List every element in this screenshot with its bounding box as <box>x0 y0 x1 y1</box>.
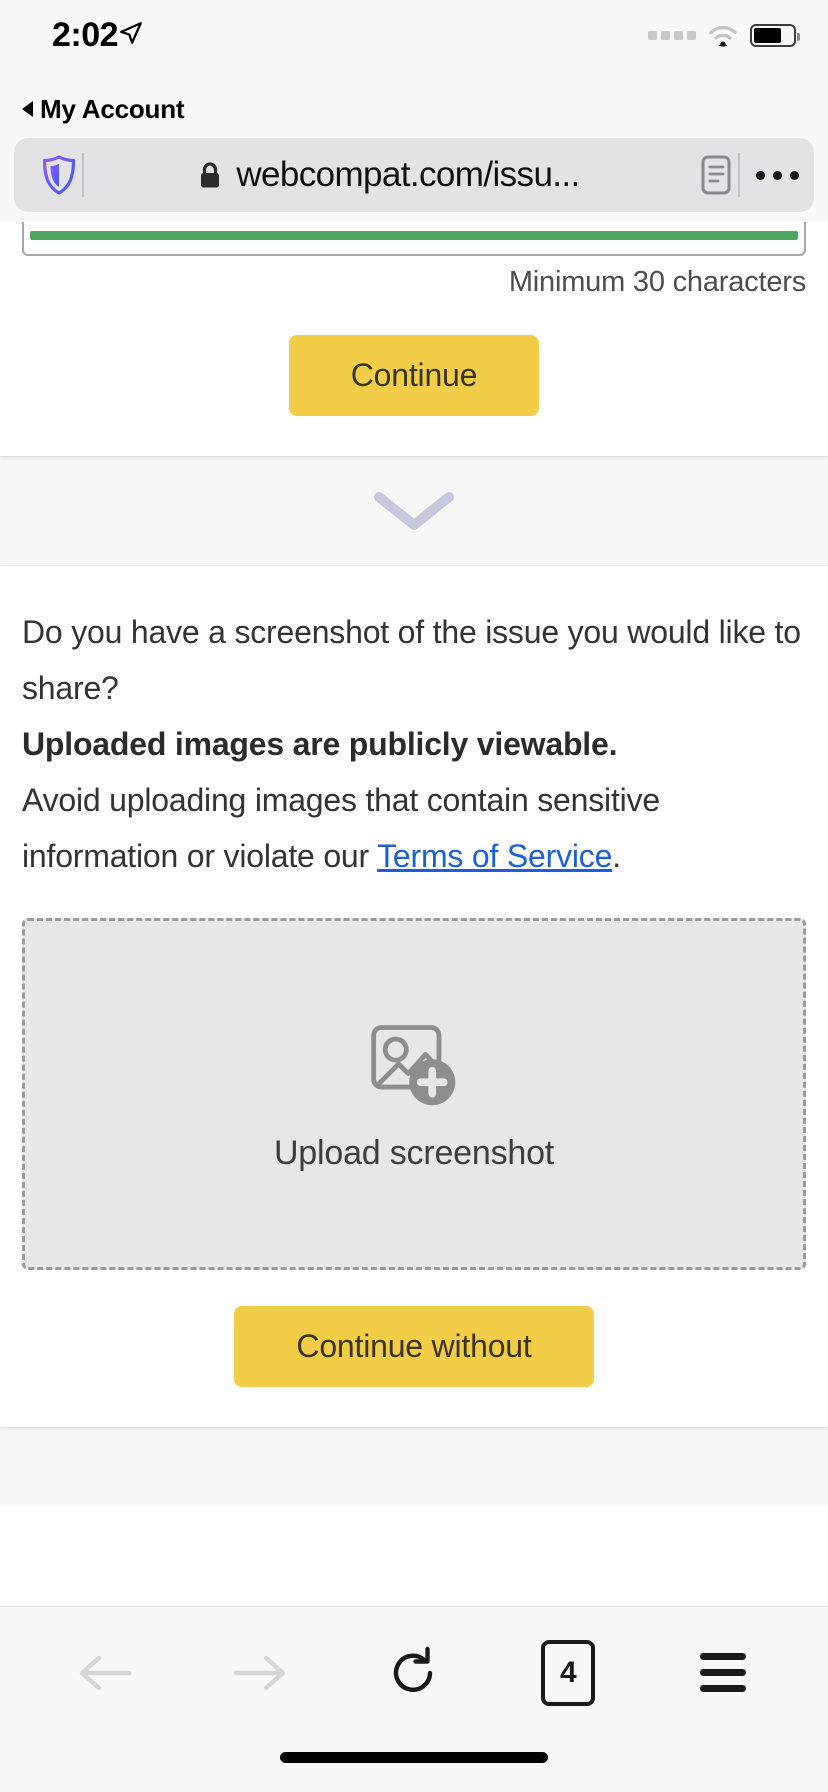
reload-icon[interactable] <box>374 1633 454 1713</box>
description-textarea[interactable] <box>22 222 806 256</box>
continue-button-row: Continue <box>0 299 828 456</box>
tab-count-value: 4 <box>541 1639 596 1706</box>
min-characters-hint: Minimum 30 characters <box>508 266 806 298</box>
cellular-signal-icon <box>648 31 696 40</box>
screenshot-question-text: Do you have a screenshot of the issue yo… <box>22 614 619 650</box>
browser-url-bar-container: webcompat.com/issu... <box>0 130 828 222</box>
status-bar-indicators <box>648 24 800 47</box>
back-to-app-breadcrumb[interactable]: My Account <box>0 88 828 130</box>
description-step-card: Minimum 30 characters Continue <box>0 222 828 456</box>
public-viewable-warning: Uploaded images are publicly viewable. <box>22 726 618 762</box>
url-display-area[interactable]: webcompat.com/issu... <box>84 155 694 195</box>
screenshot-step-card: Do you have a screenshot of the issue yo… <box>0 566 828 1427</box>
page-footer-spacer <box>0 1427 828 1505</box>
upload-screenshot-dropzone[interactable]: Upload screenshot <box>22 918 806 1270</box>
ios-status-bar: 2:02 <box>0 0 828 88</box>
battery-icon <box>750 24 800 47</box>
shield-icon[interactable] <box>36 154 82 196</box>
chevron-down-icon <box>374 492 454 530</box>
lock-icon <box>201 162 220 188</box>
forward-arrow-icon[interactable] <box>220 1633 300 1713</box>
web-page-viewport: Minimum 30 characters Continue Do you ha… <box>0 222 828 1606</box>
phone-screen: 2:02 My Account webcompat.com/issu... Mi… <box>0 0 828 1792</box>
screenshot-question: Do you have a screenshot of the issue yo… <box>22 604 806 884</box>
back-arrow-icon[interactable] <box>65 1633 145 1713</box>
back-triangle-icon <box>22 101 33 117</box>
advice-period: . <box>612 838 621 874</box>
more-dots-icon[interactable] <box>740 170 814 180</box>
browser-bottom-toolbar: 4 <box>0 1606 828 1738</box>
description-textarea-clip <box>0 222 828 262</box>
reader-mode-icon[interactable] <box>694 154 738 196</box>
browser-url-bar[interactable]: webcompat.com/issu... <box>14 138 814 212</box>
hamburger-menu-icon[interactable] <box>683 1633 763 1713</box>
terms-of-service-link[interactable]: Terms of Service <box>377 838 612 874</box>
continue-without-button[interactable]: Continue without <box>234 1306 594 1387</box>
home-indicator-area <box>0 1738 828 1792</box>
upload-screenshot-label: Upload screenshot <box>273 1133 555 1172</box>
home-indicator-bar[interactable] <box>280 1752 548 1763</box>
tab-count-button[interactable]: 4 <box>528 1633 608 1713</box>
url-text: webcompat.com/issu... <box>236 155 580 194</box>
back-to-app-label: My Account <box>40 93 185 124</box>
step-separator-band <box>0 456 828 566</box>
continue-button[interactable]: Continue <box>288 335 540 416</box>
wifi-icon <box>709 25 737 47</box>
add-image-icon <box>371 1024 456 1105</box>
continue-without-button-row: Continue without <box>22 1270 806 1427</box>
status-bar-clock: 2:02 <box>52 16 119 54</box>
location-arrow-icon <box>120 22 142 44</box>
